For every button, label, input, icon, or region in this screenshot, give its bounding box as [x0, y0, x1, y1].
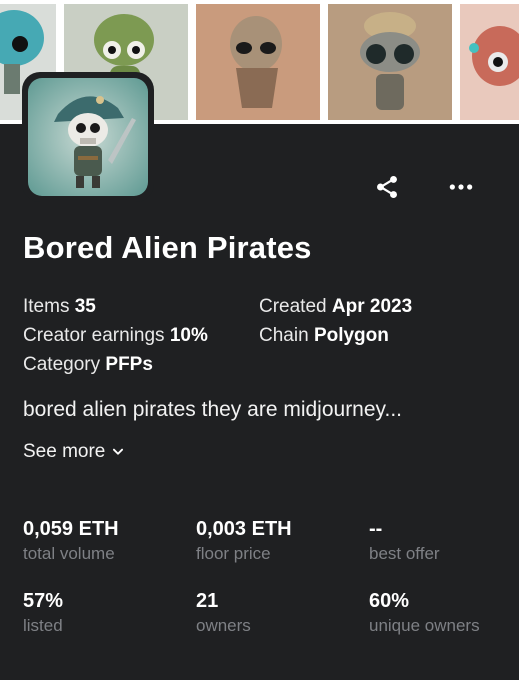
collection-title: Bored Alien Pirates — [23, 230, 312, 265]
stat-value: 21 — [196, 590, 219, 612]
stat-value: 60% — [369, 590, 410, 612]
detail-earnings-value: 10% — [169, 325, 208, 346]
stat-floor-price: 0,003 ETH floor price — [196, 518, 292, 564]
stat-value: -- — [369, 518, 383, 540]
stat-best-offer: -- best offer — [369, 518, 440, 564]
banner-image-goggle-alien — [328, 4, 452, 120]
more-horizontal-icon — [449, 184, 473, 190]
detail-category-label: Category — [23, 354, 101, 375]
stat-unique-owners: 60% unique owners — [369, 590, 480, 636]
stat-value: 0,003 ETH — [196, 518, 292, 540]
detail-earnings-label: Creator earnings — [23, 325, 165, 346]
banner-image-hooded-alien — [196, 4, 320, 120]
see-more-button[interactable]: See more — [23, 441, 125, 463]
detail-items: Items 35 — [23, 296, 96, 318]
detail-items-value: 35 — [74, 296, 96, 317]
detail-chain: Chain Polygon — [259, 325, 389, 347]
more-options-button[interactable] — [444, 170, 478, 204]
collection-avatar-frame — [22, 72, 154, 202]
detail-category-value: PFPs — [105, 354, 153, 375]
share-icon — [377, 175, 397, 199]
share-button[interactable] — [370, 170, 404, 204]
collection-avatar — [28, 78, 148, 196]
detail-items-label: Items — [23, 296, 70, 317]
stat-value: 57% — [23, 590, 64, 612]
stat-label: best offer — [369, 544, 440, 563]
banner-image-red-alien — [460, 4, 519, 120]
see-more-label: See more — [23, 441, 106, 462]
detail-created: Created Apr 2023 — [259, 296, 412, 318]
detail-chain-label: Chain — [259, 325, 309, 346]
detail-created-value: Apr 2023 — [331, 296, 413, 317]
chevron-down-icon — [113, 448, 124, 455]
detail-chain-value: Polygon — [313, 325, 389, 346]
collection-description: bored alien pirates they are midjourney.… — [23, 398, 402, 421]
stat-label: total volume — [23, 544, 115, 563]
stat-label: unique owners — [369, 616, 480, 635]
stat-value: 0,059 ETH — [23, 518, 119, 540]
stat-label: listed — [23, 616, 63, 635]
stat-label: floor price — [196, 544, 271, 563]
detail-creator-earnings: Creator earnings 10% — [23, 325, 208, 347]
stat-total-volume: 0,059 ETH total volume — [23, 518, 119, 564]
stat-label: owners — [196, 616, 251, 635]
stat-listed: 57% listed — [23, 590, 63, 636]
stat-owners: 21 owners — [196, 590, 251, 636]
detail-created-label: Created — [259, 296, 327, 317]
detail-category: Category PFPs — [23, 354, 153, 376]
